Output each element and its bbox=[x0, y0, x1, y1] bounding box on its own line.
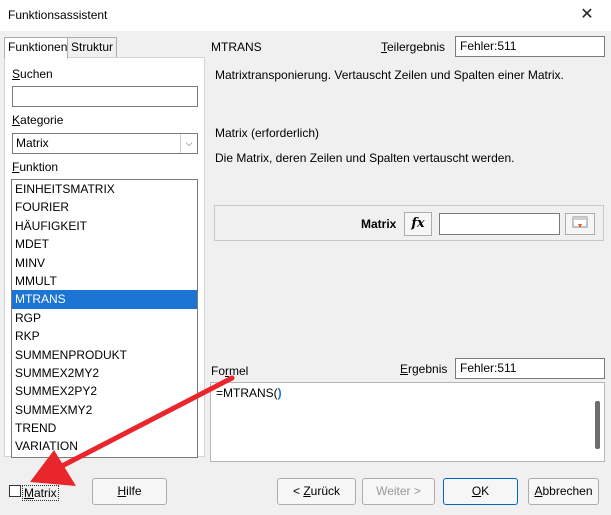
annotation-arrow-line bbox=[57, 375, 235, 470]
annotation-arrowhead bbox=[30, 450, 76, 486]
tab-functions[interactable]: Funktionen bbox=[4, 37, 68, 59]
annotation-arrow-overlay bbox=[30, 375, 235, 486]
